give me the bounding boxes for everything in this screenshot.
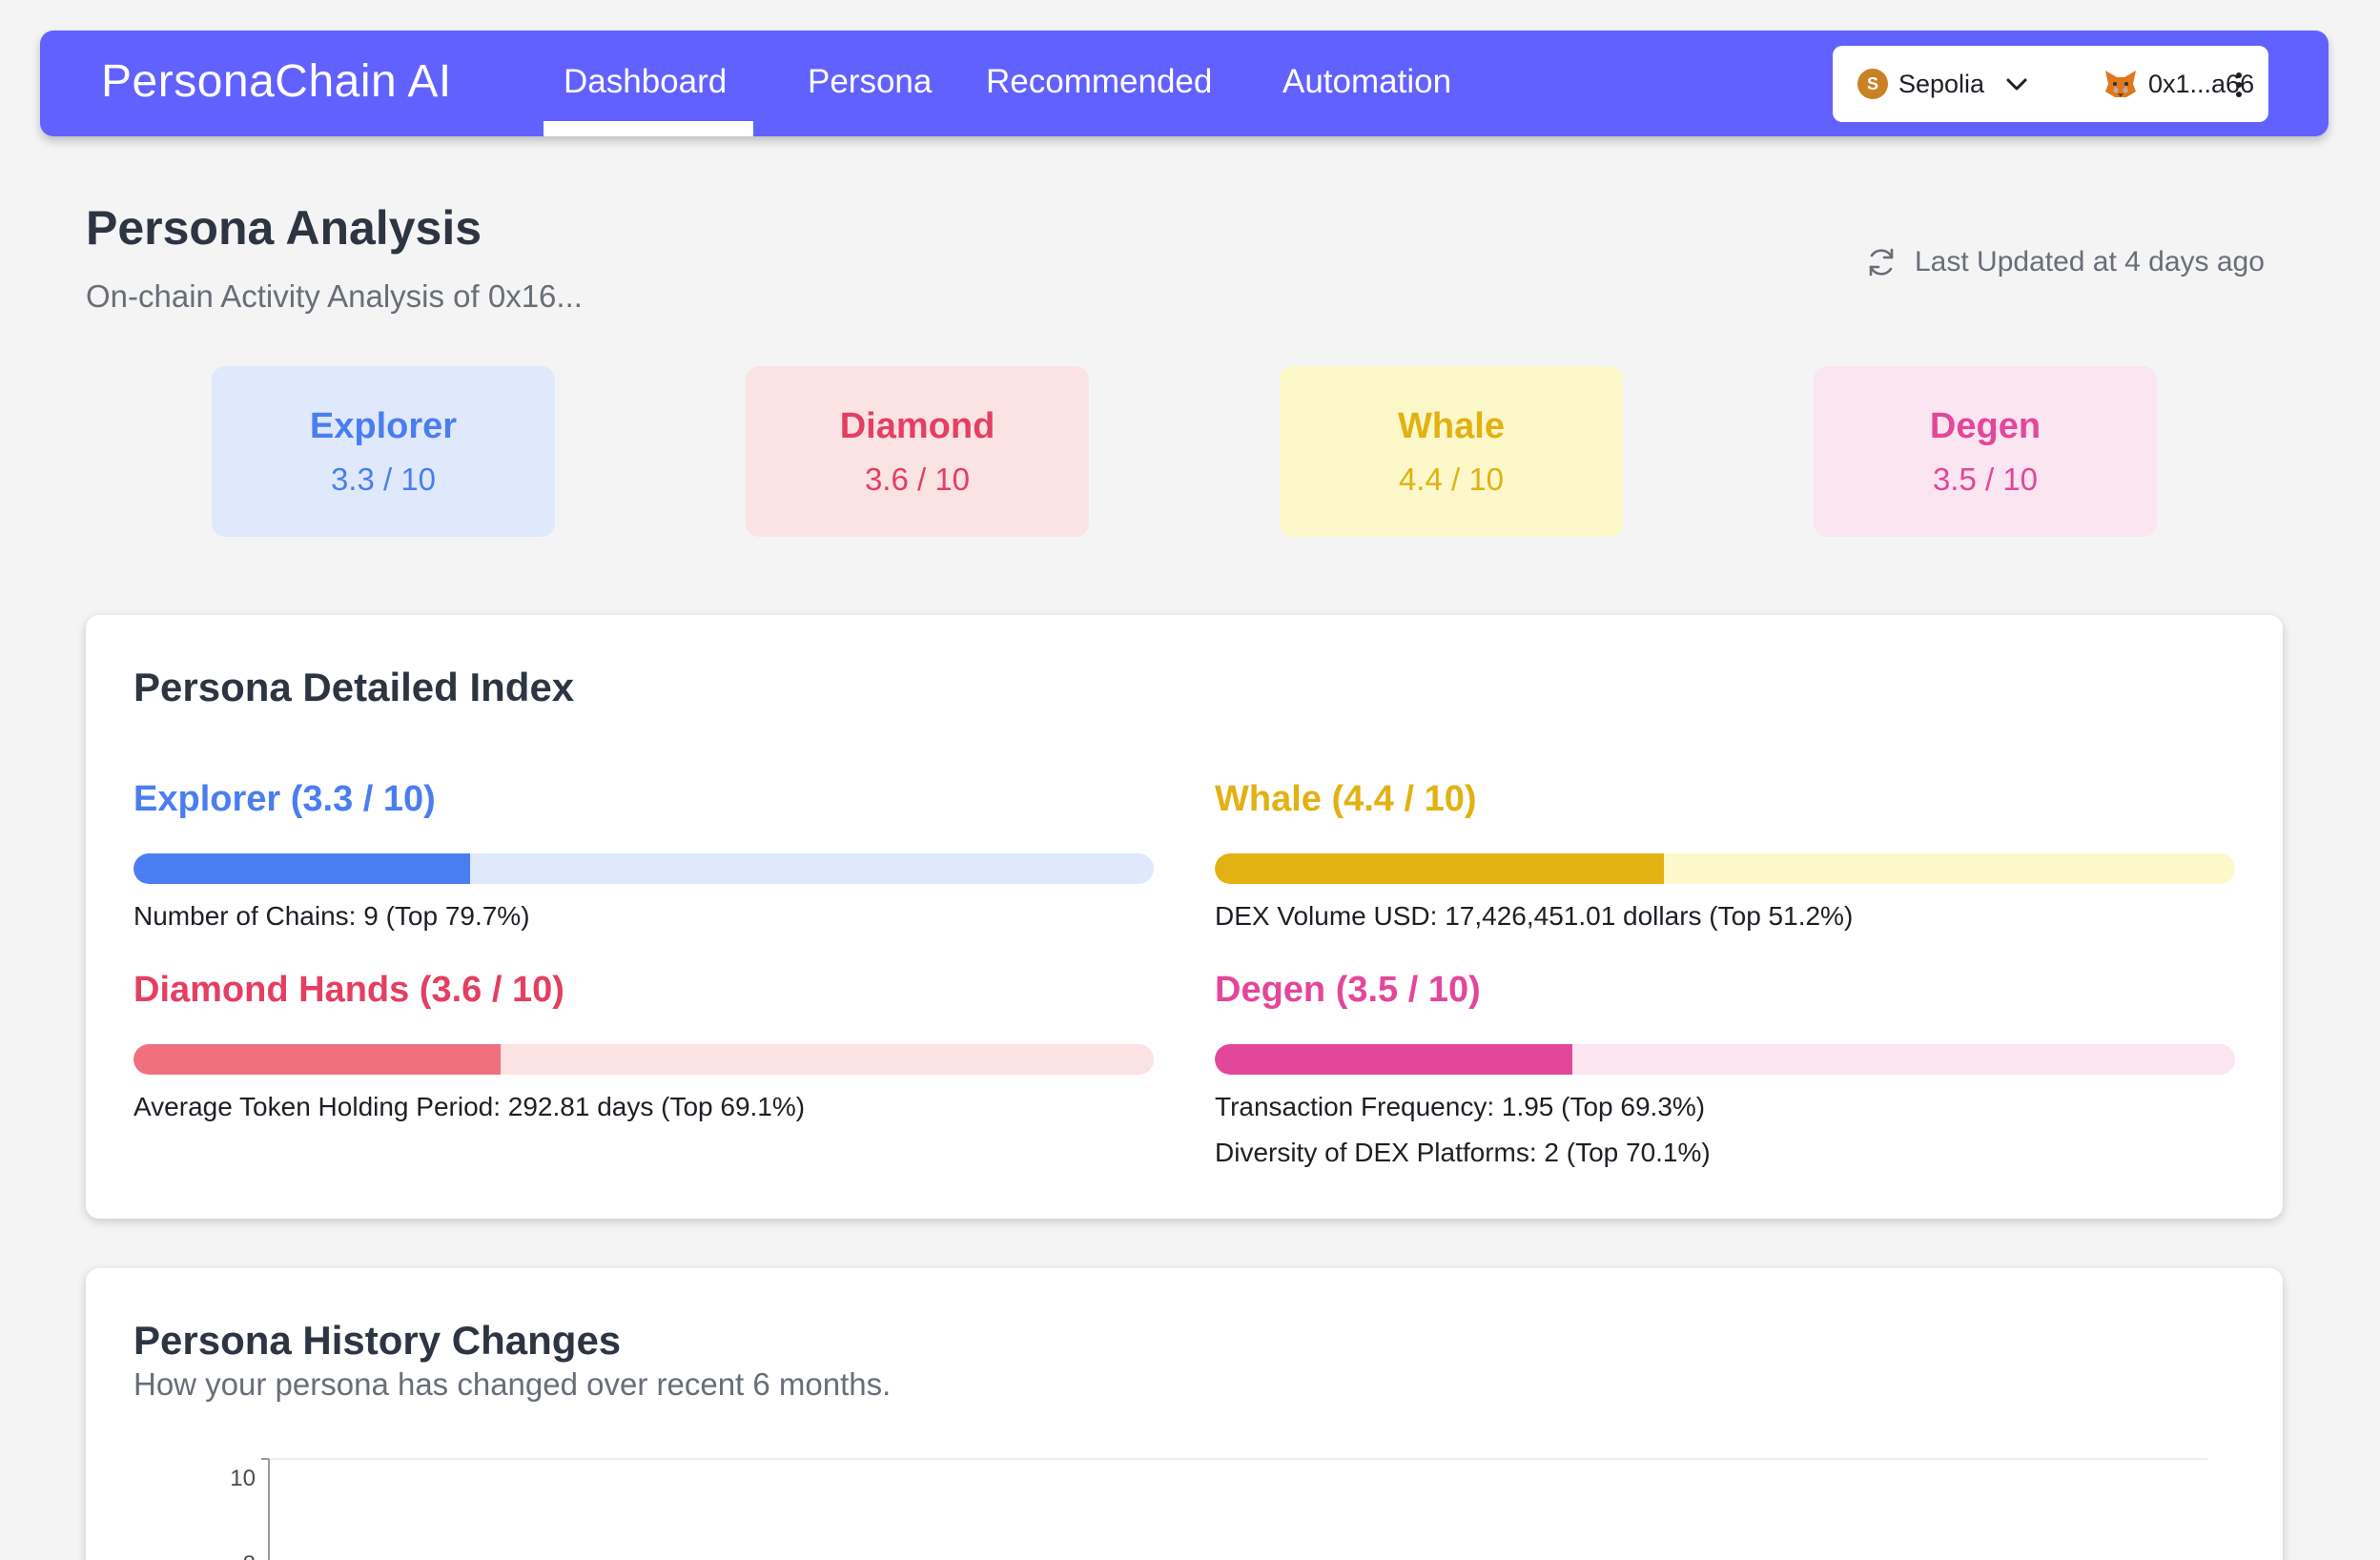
metric-detail-degen-frequency: Transaction Frequency: 1.95 (Top 69.3%)	[1215, 1092, 1706, 1121]
metric-title-explorer: Explorer (3.3 / 10)	[133, 779, 436, 819]
brand-logo-text[interactable]: PersonaChain AI	[101, 55, 452, 108]
metric-title-diamond-hands: Diamond Hands (3.6 / 10)	[133, 970, 564, 1010]
score-card-value: 4.4 / 10	[1398, 462, 1505, 497]
progress-fill-explorer	[133, 853, 471, 884]
score-card-name: Diamond	[839, 406, 995, 446]
y-tick-label-8: 8	[243, 1551, 256, 1560]
score-card-diamond[interactable]: Diamond 3.6 / 10	[746, 366, 1089, 537]
progress-track-explorer	[133, 853, 1154, 884]
history-panel: Persona History Changes How your persona…	[86, 1268, 2283, 1560]
metric-title-whale: Whale (4.4 / 10)	[1215, 779, 1477, 819]
last-updated-text: Last Updated at 4 days ago	[1915, 246, 2265, 277]
active-tab-indicator	[544, 121, 753, 136]
score-card-value: 3.5 / 10	[1932, 462, 2039, 497]
tab-persona[interactable]: Persona	[808, 63, 932, 101]
more-options-icon[interactable]	[2227, 69, 2250, 101]
chevron-down-icon[interactable]	[2002, 71, 2031, 97]
score-card-whale[interactable]: Whale 4.4 / 10	[1280, 366, 1623, 537]
page-subtitle: On-chain Activity Analysis of 0x16...	[86, 278, 583, 314]
tab-dashboard[interactable]: Dashboard	[564, 63, 727, 101]
wallet-connector: S Sepolia 0x1...a66	[1833, 46, 2268, 122]
network-selector-label[interactable]: Sepolia	[1898, 70, 1984, 99]
metric-detail-explorer: Number of Chains: 9 (Top 79.7%)	[133, 901, 530, 931]
score-card-value: 3.3 / 10	[330, 462, 437, 497]
score-card-name: Degen	[1929, 406, 2041, 446]
detailed-index-title: Persona Detailed Index	[133, 665, 575, 709]
score-card-name: Explorer	[309, 406, 458, 446]
metamask-fox-icon	[2105, 71, 2136, 97]
page-title: Persona Analysis	[86, 201, 482, 255]
progress-fill-degen	[1215, 1044, 1572, 1075]
metric-title-degen: Degen (3.5 / 10)	[1215, 970, 1481, 1010]
detailed-index-panel: Persona Detailed Index Explorer (3.3 / 1…	[86, 615, 2283, 1219]
score-card-name: Whale	[1398, 406, 1505, 446]
metric-detail-degen-diversity: Diversity of DEX Platforms: 2 (Top 70.1%…	[1215, 1138, 1711, 1167]
score-card-degen[interactable]: Degen 3.5 / 10	[1814, 366, 2157, 537]
progress-fill-whale	[1215, 853, 1664, 884]
refresh-icon[interactable]	[1865, 246, 1898, 278]
progress-track-degen	[1215, 1044, 2235, 1075]
progress-track-whale	[1215, 853, 2235, 884]
y-tick-label-10: 10	[230, 1466, 256, 1491]
progress-track-diamond-hands	[133, 1044, 1154, 1075]
score-card-explorer[interactable]: Explorer 3.3 / 10	[212, 366, 555, 537]
tab-recommended[interactable]: Recommended	[986, 63, 1212, 101]
metric-detail-diamond-hands: Average Token Holding Period: 292.81 day…	[133, 1092, 806, 1121]
top-navbar: PersonaChain AI Dashboard Persona Recomm…	[40, 31, 2329, 136]
history-chart: 10 8	[230, 1458, 2207, 1560]
tab-automation[interactable]: Automation	[1282, 63, 1451, 101]
score-card-value: 3.6 / 10	[864, 462, 971, 497]
metric-detail-whale: DEX Volume USD: 17,426,451.01 dollars (T…	[1215, 901, 1854, 931]
sepolia-network-icon: S	[1857, 69, 1888, 99]
progress-fill-diamond-hands	[133, 1044, 502, 1075]
